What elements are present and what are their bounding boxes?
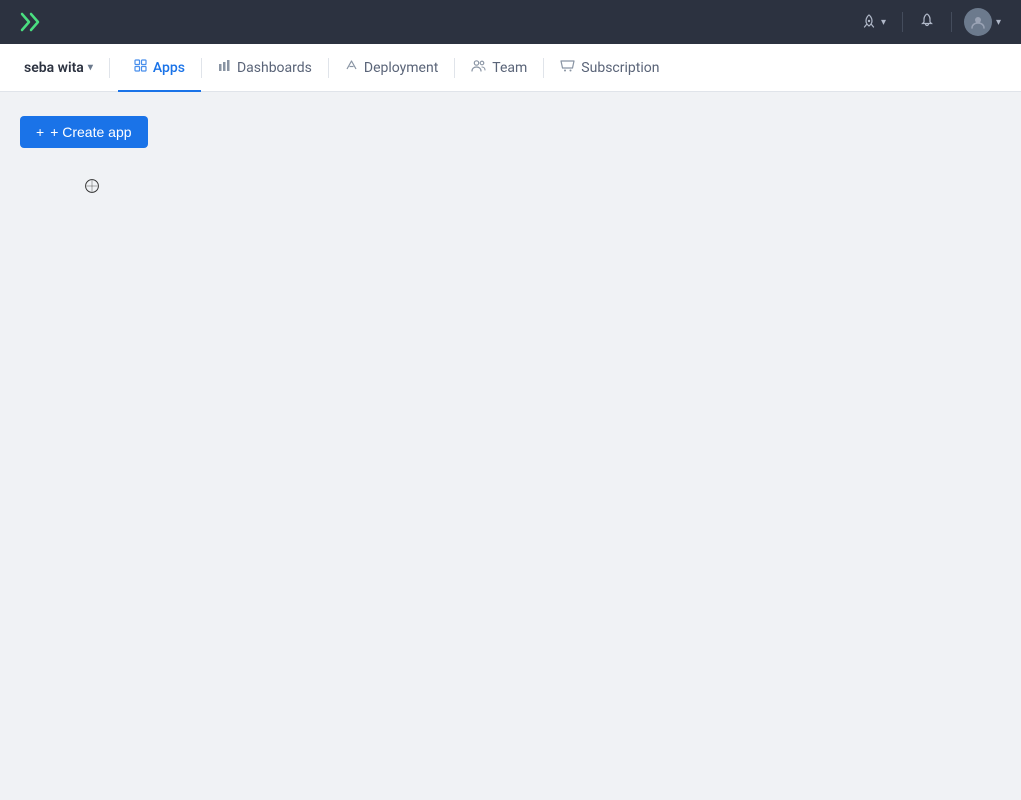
tab-team[interactable]: Team	[455, 45, 543, 92]
create-app-label: + Create app	[50, 124, 131, 140]
tab-dashboards-label: Dashboards	[237, 60, 312, 76]
top-bar: ▾ ▾	[0, 0, 1021, 44]
create-app-plus: +	[36, 124, 44, 140]
divider-2	[951, 12, 952, 32]
tab-deployment-label: Deployment	[364, 60, 438, 76]
workspace-selector[interactable]: seba wita ▾	[16, 44, 101, 91]
divider-1	[902, 12, 903, 32]
app-logo[interactable]	[16, 8, 44, 36]
top-bar-right: ▾ ▾	[853, 4, 1005, 40]
deployment-icon	[345, 59, 358, 76]
subscription-icon	[560, 59, 575, 76]
avatar	[964, 8, 992, 36]
tab-subscription[interactable]: Subscription	[544, 45, 675, 92]
user-menu-button[interactable]: ▾	[960, 4, 1005, 40]
tab-subscription-label: Subscription	[581, 60, 659, 76]
deploy-button[interactable]: ▾	[853, 10, 894, 34]
workspace-chevron: ▾	[88, 62, 93, 73]
tab-apps[interactable]: Apps	[118, 45, 201, 92]
top-bar-left	[16, 8, 44, 36]
cursor-icon	[84, 178, 100, 194]
tab-team-label: Team	[492, 60, 527, 76]
workspace-name: seba wita	[24, 60, 84, 76]
user-menu-chevron: ▾	[996, 17, 1001, 28]
nav-tabs: Apps Dashboards Deployment	[118, 44, 676, 91]
tab-dashboards[interactable]: Dashboards	[202, 45, 328, 92]
apps-icon	[134, 59, 147, 76]
create-app-button[interactable]: + + Create app	[20, 116, 148, 148]
deploy-chevron: ▾	[881, 17, 886, 28]
secondary-nav: seba wita ▾ Apps	[0, 44, 1021, 92]
tab-deployment[interactable]: Deployment	[329, 45, 454, 92]
tab-apps-label: Apps	[153, 60, 185, 76]
main-content: + + Create app	[0, 92, 1021, 800]
nav-separator-1	[109, 58, 110, 78]
notifications-button[interactable]	[911, 8, 943, 37]
team-icon	[471, 59, 486, 76]
dashboards-icon	[218, 59, 231, 76]
